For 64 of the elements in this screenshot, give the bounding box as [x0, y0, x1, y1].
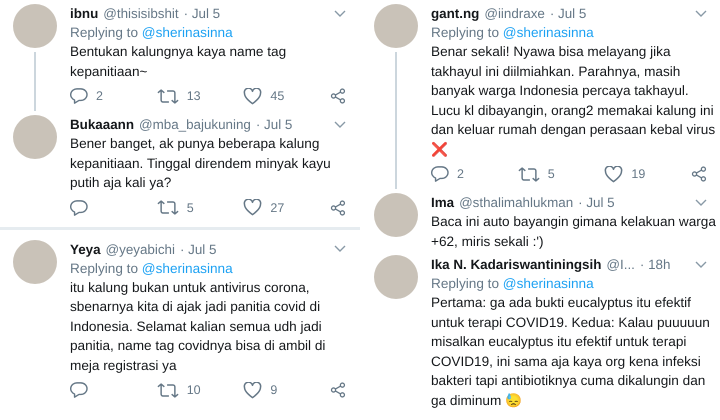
display-name: Yeya	[70, 240, 101, 258]
chevron-down-icon[interactable]	[334, 245, 346, 253]
speech-bubble-icon[interactable]	[70, 382, 88, 398]
mention-link[interactable]: @sherinasinna	[142, 260, 233, 276]
retweet-icon[interactable]	[518, 166, 540, 182]
user-handle: @thisisibshit	[103, 5, 179, 23]
retweet-icon[interactable]	[156, 200, 179, 215]
share-icon[interactable]	[330, 200, 346, 216]
tweet-text: itu kalung bukan untuk antivirus corona, sbenarnya kita di ajak jadi panitia covid di Indonesia. Selamat kalian semua udh jadi panitia, name tag covidnya bisa di ambil di meja registrasi ya	[70, 278, 326, 375]
mention-link[interactable]: @sherinasinna	[142, 25, 233, 40]
tweet-date: · Jul 5	[256, 116, 292, 134]
retweet-icon[interactable]	[156, 382, 179, 398]
heart-icon[interactable]	[243, 199, 262, 216]
display-name: gant.ng	[431, 5, 480, 23]
replying-label: Replying to	[70, 25, 138, 40]
speech-bubble-icon[interactable]	[70, 88, 88, 104]
mention-link[interactable]: @sherinasinna	[502, 276, 594, 291]
chevron-down-icon[interactable]	[695, 260, 707, 268]
tweet-date: · Jul 5	[184, 5, 220, 23]
reply-count: 2	[96, 89, 103, 103]
chevron-down-icon[interactable]	[695, 10, 707, 18]
user-handle: @mba_bajukuning	[139, 116, 251, 134]
retweet-icon[interactable]	[156, 88, 179, 104]
user-handle: @sthalimahlukman	[459, 194, 574, 212]
retweet-count: 5	[186, 200, 194, 214]
replying-label: Replying to	[431, 25, 500, 40]
tweet-text: Pertama: ga ada bukti eucalyptus itu efektif untuk terapi COVID19. Kedua: Kalau puuuuun misalkan eucalyptus itu efektif untuk terapi COVID19, ini sama aja kaya org kena infeksi bakteri tapi antibiotiknya cuma dikalungin dan ga diminum 😓	[431, 294, 711, 410]
display-name: Bukaaann	[70, 116, 134, 134]
display-name: Ima	[431, 194, 454, 212]
chevron-down-icon[interactable]	[695, 198, 707, 206]
tweet-date: · Jul 5	[578, 194, 615, 212]
replying-label: Replying to	[431, 276, 500, 291]
like-count: 9	[270, 383, 278, 397]
share-icon[interactable]	[691, 166, 707, 182]
retweet-count: 13	[186, 89, 201, 103]
mention-link[interactable]: @sherinasinna	[502, 25, 594, 40]
share-icon[interactable]	[330, 382, 346, 398]
retweet-count: 10	[186, 383, 201, 397]
like-count: 27	[270, 200, 284, 214]
tweet-text: Bentukan kalungnya kaya name tag kepanitiaan~	[70, 43, 288, 81]
replying-label: Replying to	[70, 260, 138, 276]
speech-bubble-icon[interactable]	[431, 166, 449, 182]
user-handle: @iindraxe	[484, 5, 545, 23]
user-handle: @yeyabichi	[106, 240, 175, 258]
heart-icon[interactable]	[243, 382, 262, 398]
tweet-date: · Jul 5	[180, 240, 216, 258]
tweet-text: Bener banget, ak punya beberapa kalung kepanitiaan. Tinggal direndem minyak kayu putih aja kali ya?	[70, 135, 332, 192]
user-handle: @I...	[606, 256, 635, 274]
like-count: 19	[631, 167, 646, 181]
tweet-text: Benar sekali! Nyawa bisa melayang jika takhayul ini diilmiahkan. Parahnya, masih banyak warga Indonesia percaya takhayul. Lucu kl dibayangin, orang2 memakai kalung ini dan keluar rumah dengan perasaan kebal virus ❌	[431, 43, 716, 159]
share-icon[interactable]	[330, 88, 346, 104]
display-name: ibnu	[70, 5, 98, 23]
tweet-date: · Jul 5	[550, 5, 586, 23]
like-count: 45	[270, 89, 284, 103]
tweet-date: · 18h	[640, 256, 670, 274]
heart-icon[interactable]	[243, 88, 262, 104]
heart-icon[interactable]	[604, 166, 624, 182]
reply-count: 2	[457, 167, 464, 181]
display-name: Ika N. Kadariswantiningsih	[431, 256, 602, 274]
chevron-down-icon[interactable]	[334, 10, 346, 18]
speech-bubble-icon[interactable]	[70, 200, 88, 216]
chevron-down-icon[interactable]	[334, 120, 346, 128]
retweet-count: 5	[548, 167, 555, 181]
tweet-text: Baca ini auto bayangin gimana kelakuan warga +62, miris sekali :')	[431, 213, 717, 251]
